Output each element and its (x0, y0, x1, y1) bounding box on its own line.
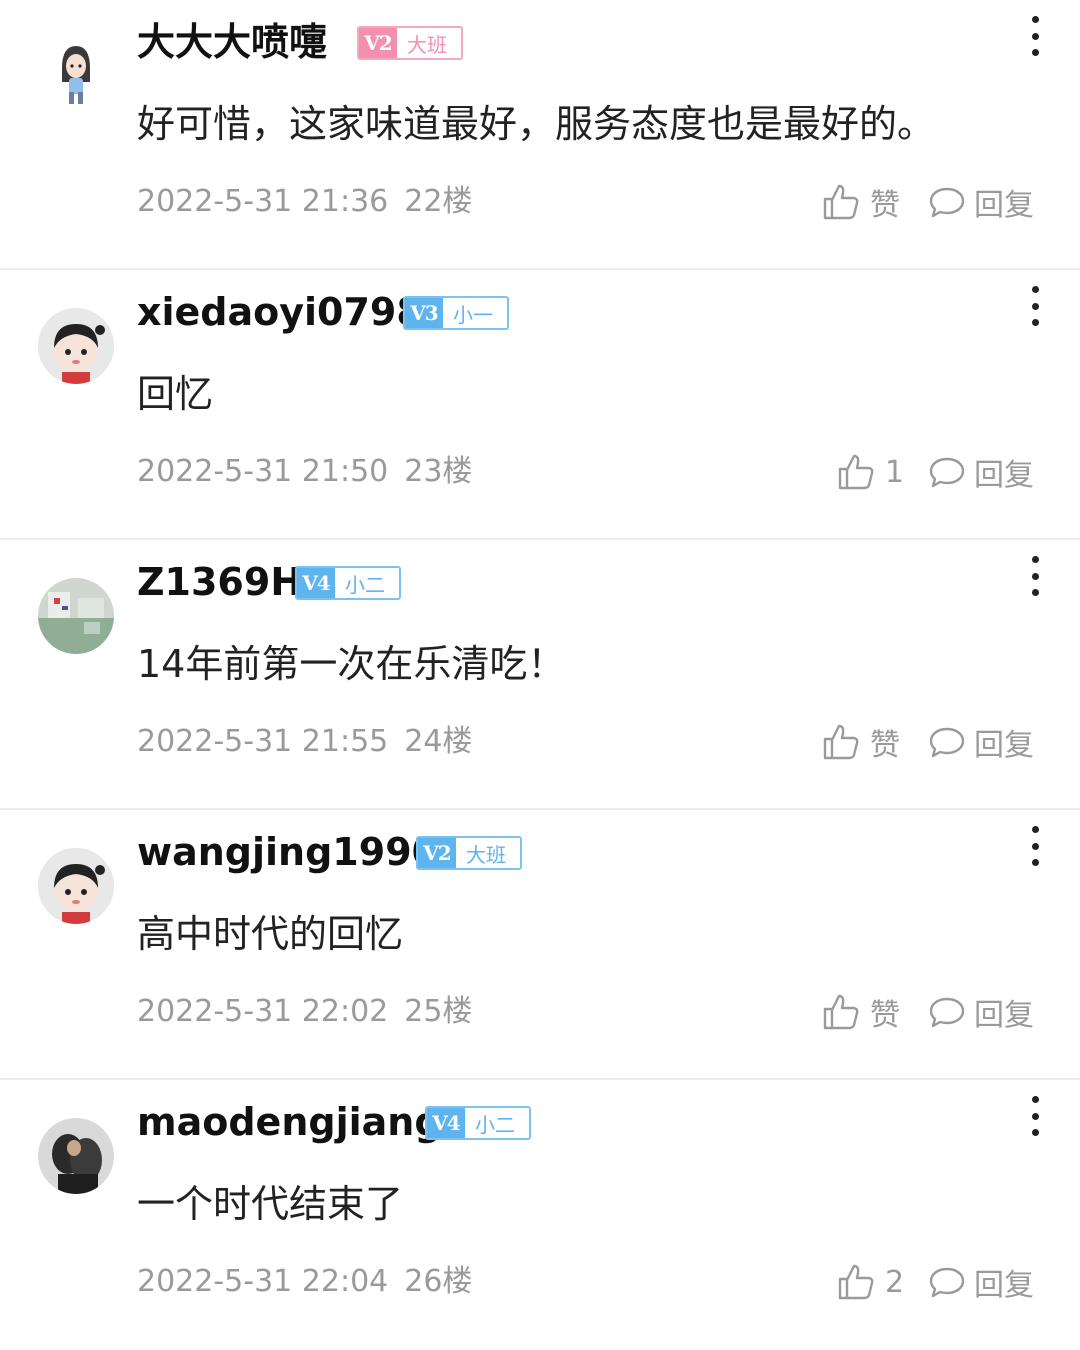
comment-item: xiedaoyi0798 V3 小一 回忆 2022-5-31 21:50 23楼… (0, 270, 1080, 540)
comment-text: 高中时代的回忆 (137, 912, 404, 956)
like-label: 赞 (870, 998, 900, 1033)
comment-meta: 2022-5-31 21:55 24楼 (137, 722, 472, 762)
comment-time: 2022-5-31 21:50 (137, 454, 389, 489)
comment-meta: 2022-5-31 22:04 26楼 (137, 1262, 472, 1302)
photo-avatar-icon (38, 578, 114, 654)
like-button[interactable]: 赞 (822, 720, 900, 764)
level-badge: V2 大班 (357, 26, 463, 60)
level-badge: V3 小一 (403, 296, 509, 330)
avatar[interactable] (38, 848, 114, 924)
more-options-icon[interactable] (1024, 826, 1046, 866)
floor-number: 25楼 (404, 994, 473, 1029)
photo-avatar-icon (38, 1118, 114, 1194)
speech-bubble-icon (929, 997, 965, 1028)
comment-text: 一个时代结束了 (137, 1182, 404, 1226)
like-button[interactable]: 赞 (822, 990, 900, 1034)
thumbs-up-icon (838, 454, 874, 490)
username[interactable]: 大大大喷嚏 (137, 14, 327, 70)
reply-label: 回复 (974, 1268, 1034, 1303)
comment-text: 好可惜，这家味道最好，服务态度也是最好的。 (137, 102, 936, 146)
reply-label: 回复 (974, 728, 1034, 763)
level-label: V4 (297, 568, 335, 598)
rank-label: 大班 (456, 838, 520, 868)
comment-item: wangjing1990 V2 大班 高中时代的回忆 2022-5-31 22:… (0, 810, 1080, 1080)
more-options-icon[interactable] (1024, 556, 1046, 596)
comment-item: 大大大喷嚏 V2 大班 好可惜，这家味道最好，服务态度也是最好的。 2022-5… (0, 0, 1080, 270)
reply-button[interactable]: 回复 (928, 720, 1034, 764)
comment-time: 2022-5-31 22:04 (137, 1264, 389, 1299)
speech-bubble-icon (929, 457, 965, 488)
floor-number: 22楼 (404, 184, 473, 219)
username[interactable]: wangjing1990 (137, 824, 438, 880)
comment-time: 2022-5-31 21:36 (137, 184, 389, 219)
reply-label: 回复 (974, 188, 1034, 223)
avatar[interactable] (38, 38, 114, 114)
more-options-icon[interactable] (1024, 1096, 1046, 1136)
comment-list: 大大大喷嚏 V2 大班 好可惜，这家味道最好，服务态度也是最好的。 2022-5… (0, 0, 1080, 1321)
username[interactable]: maodengjiang (137, 1094, 442, 1150)
cartoon-face-avatar-icon (38, 848, 114, 924)
rank-label: 大班 (397, 28, 461, 58)
level-label: V2 (418, 838, 456, 868)
level-label: V2 (359, 28, 397, 58)
more-options-icon[interactable] (1024, 286, 1046, 326)
reply-label: 回复 (974, 998, 1034, 1033)
level-label: V4 (427, 1108, 465, 1138)
girl-avatar-icon (38, 38, 114, 114)
level-badge: V2 大班 (416, 836, 522, 870)
avatar[interactable] (38, 1118, 114, 1194)
reply-label: 回复 (974, 458, 1034, 493)
thumbs-up-icon (838, 1264, 874, 1300)
like-count: 1 (885, 454, 905, 490)
comment-meta: 2022-5-31 22:02 25楼 (137, 992, 472, 1032)
cartoon-face-avatar-icon (38, 308, 114, 384)
comment-text: 14年前第一次在乐清吃！ (137, 642, 566, 686)
comment-item: maodengjiang V4 小二 一个时代结束了 2022-5-31 22:… (0, 1080, 1080, 1350)
more-options-icon[interactable] (1024, 16, 1046, 56)
like-count: 2 (885, 1264, 905, 1300)
floor-number: 26楼 (404, 1264, 473, 1299)
speech-bubble-icon (929, 727, 965, 758)
speech-bubble-icon (929, 187, 965, 218)
username[interactable]: Z1369H (137, 554, 302, 610)
avatar[interactable] (38, 308, 114, 384)
reply-button[interactable]: 回复 (928, 180, 1034, 224)
level-badge: V4 小二 (295, 566, 401, 600)
rank-label: 小一 (443, 298, 507, 328)
comment-time: 2022-5-31 22:02 (137, 994, 389, 1029)
comment-text: 回忆 (137, 372, 214, 416)
floor-number: 23楼 (404, 454, 473, 489)
speech-bubble-icon (929, 1267, 965, 1298)
like-label: 赞 (870, 188, 900, 223)
avatar[interactable] (38, 578, 114, 654)
level-badge: V4 小二 (425, 1106, 531, 1140)
like-button[interactable]: 1 (837, 450, 904, 494)
level-label: V3 (405, 298, 443, 328)
comment-item: Z1369H V4 小二 14年前第一次在乐清吃！ 2022-5-31 21:5… (0, 540, 1080, 810)
username[interactable]: xiedaoyi0798 (137, 284, 423, 340)
thumbs-up-icon (823, 184, 859, 220)
like-button[interactable]: 2 (837, 1260, 904, 1304)
rank-label: 小二 (335, 568, 399, 598)
like-button[interactable]: 赞 (822, 180, 900, 224)
thumbs-up-icon (823, 994, 859, 1030)
reply-button[interactable]: 回复 (928, 450, 1034, 494)
rank-label: 小二 (465, 1108, 529, 1138)
comment-meta: 2022-5-31 21:36 22楼 (137, 182, 472, 222)
comment-time: 2022-5-31 21:55 (137, 724, 389, 759)
comment-meta: 2022-5-31 21:50 23楼 (137, 452, 472, 492)
reply-button[interactable]: 回复 (928, 990, 1034, 1034)
floor-number: 24楼 (404, 724, 473, 759)
reply-button[interactable]: 回复 (928, 1260, 1034, 1304)
thumbs-up-icon (823, 724, 859, 760)
like-label: 赞 (870, 728, 900, 763)
